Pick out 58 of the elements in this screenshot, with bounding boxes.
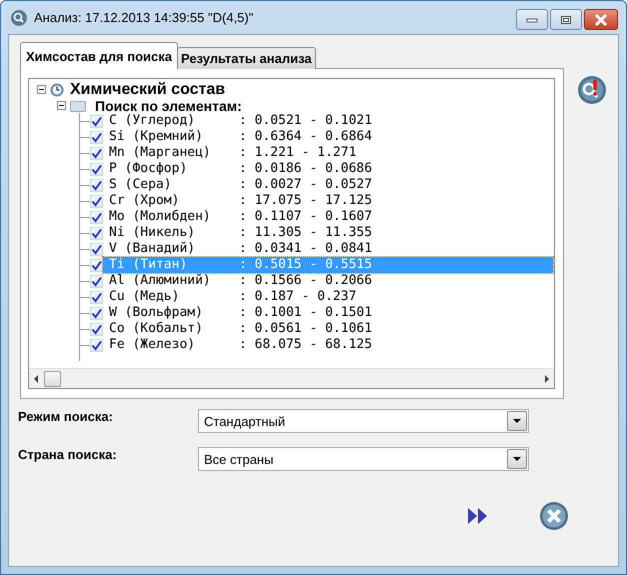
- minimize-icon: [526, 16, 538, 22]
- tree-item[interactable]: Mo (Молибден) : 0.1107 - 0.1607: [103, 209, 553, 225]
- scroll-thumb[interactable]: [44, 370, 61, 386]
- checkbox[interactable]: [90, 194, 103, 208]
- maximize-icon: [560, 14, 572, 24]
- collapse-icon[interactable]: [57, 101, 66, 110]
- tree-item[interactable]: C (Углерод) : 0.0521 - 0.1021: [103, 113, 553, 129]
- checkbox[interactable]: [90, 178, 103, 192]
- tree-item[interactable]: Si (Кремний) : 0.6364 - 0.6864: [103, 129, 553, 145]
- checkbox[interactable]: [90, 258, 103, 272]
- close-icon: [594, 14, 608, 26]
- tab[interactable]: Результаты анализа: [177, 47, 316, 69]
- fast-forward-icon[interactable]: [467, 507, 489, 525]
- magnifier-icon: [10, 8, 28, 26]
- tree-item[interactable]: Al (Алюминий) : 0.1566 - 0.2066: [103, 273, 553, 289]
- checkbox[interactable]: [90, 130, 103, 144]
- tab[interactable]: Химсостав для поиска: [20, 42, 178, 69]
- folder-icon: [70, 100, 86, 112]
- tree-item[interactable]: Co (Кобальт) : 0.0561 - 0.1061: [103, 321, 553, 337]
- tree-item[interactable]: Mn (Марганец) : 1.221 - 1.271: [103, 145, 553, 161]
- horizontal-scrollbar[interactable]: [29, 368, 554, 388]
- left-arrow-icon[interactable]: [33, 374, 39, 382]
- checkbox[interactable]: [90, 322, 103, 336]
- tree-item[interactable]: Ni (Никель) : 11.305 - 11.355: [103, 225, 553, 241]
- maximize-button[interactable]: [550, 9, 582, 30]
- tree-item[interactable]: Fe (Железо) : 68.075 - 68.125: [103, 337, 553, 353]
- tree-item[interactable]: V (Ванадий) : 0.0341 - 0.0841: [103, 241, 553, 257]
- alert-search-icon[interactable]: [577, 75, 607, 105]
- caret-icon: [513, 419, 521, 423]
- right-arrow-icon[interactable]: [544, 374, 550, 382]
- tree-item[interactable]: P (Фосфор) : 0.0186 - 0.0686: [103, 161, 553, 177]
- tree-node[interactable]: Поиск по элементам:: [95, 98, 242, 114]
- tree-node[interactable]: Химический состав: [70, 80, 226, 98]
- tree-item[interactable]: S (Сера) : 0.0027 - 0.0527: [103, 177, 553, 193]
- dropdown[interactable]: Стандартный: [198, 409, 529, 433]
- field-label: Страна поиска:: [18, 447, 118, 462]
- field-label: Режим поиска:: [18, 409, 114, 424]
- checkbox[interactable]: [90, 338, 103, 352]
- checkbox[interactable]: [90, 274, 103, 288]
- tree-item[interactable]: W (Вольфрам) : 0.1001 - 0.1501: [103, 305, 553, 321]
- cancel-icon[interactable]: [539, 501, 569, 531]
- checkbox[interactable]: [90, 114, 103, 128]
- checkbox[interactable]: [90, 290, 103, 304]
- close-button[interactable]: [584, 9, 618, 30]
- minimize-button[interactable]: [516, 9, 548, 30]
- checkbox[interactable]: [90, 226, 103, 240]
- checkbox[interactable]: [90, 210, 103, 224]
- window-title: Анализ: 17.12.2013 14:39:55 "D(4,5)": [34, 10, 254, 25]
- caret-icon: [513, 457, 521, 461]
- dropdown[interactable]: Все страны: [198, 447, 529, 471]
- checkbox[interactable]: [90, 242, 103, 256]
- checkbox[interactable]: [90, 146, 103, 160]
- tree-item[interactable]: Cr (Хром) : 17.075 - 17.125: [103, 193, 553, 209]
- tree-item[interactable]: Cu (Медь) : 0.187 - 0.237: [103, 289, 553, 305]
- clock-icon: [50, 82, 64, 96]
- checkbox[interactable]: [90, 162, 103, 176]
- collapse-icon[interactable]: [37, 85, 46, 94]
- checkbox[interactable]: [90, 306, 103, 320]
